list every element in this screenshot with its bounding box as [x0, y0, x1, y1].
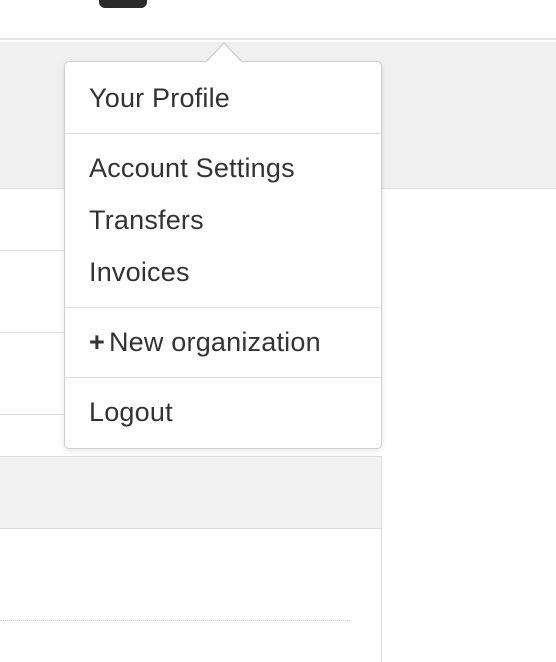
top-navbar [0, 0, 556, 40]
menu-divider [65, 377, 381, 378]
user-avatar[interactable] [99, 0, 147, 8]
menu-item-logout[interactable]: Logout [89, 394, 173, 430]
panel-header [0, 457, 381, 529]
menu-divider [65, 133, 381, 134]
page: Your Profile Account Settings Transfers … [0, 0, 556, 662]
menu-item-account-settings[interactable]: Account Settings [89, 150, 295, 186]
profile-dropdown-menu: Your Profile Account Settings Transfers … [64, 42, 382, 449]
dropdown-caret-inner [206, 44, 242, 63]
menu-item-new-organization[interactable]: + New organization [89, 324, 321, 360]
content-panel [0, 456, 382, 662]
menu-divider [65, 307, 381, 308]
menu-item-invoices[interactable]: Invoices [89, 254, 190, 290]
menu-item-your-profile[interactable]: Your Profile [89, 80, 230, 116]
plus-icon: + [89, 327, 105, 357]
menu-item-label: New organization [108, 327, 321, 357]
panel-separator [0, 620, 350, 621]
menu-item-transfers[interactable]: Transfers [89, 202, 204, 238]
